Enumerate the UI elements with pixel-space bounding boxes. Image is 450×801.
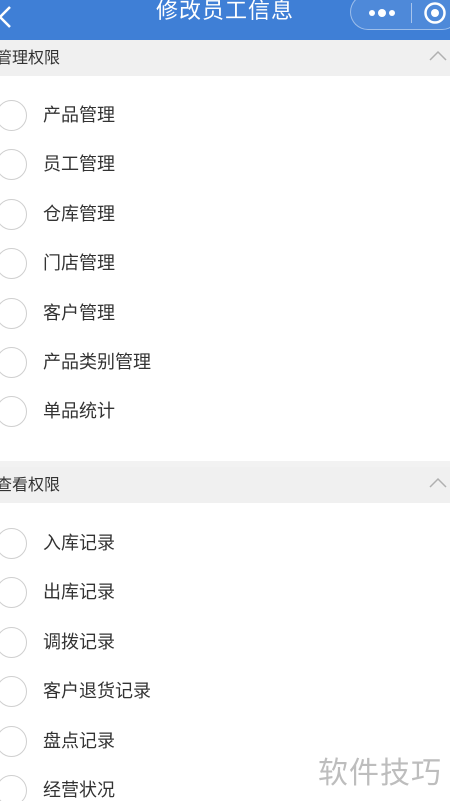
permission-option-transfer-records[interactable]: 调拨记录 <box>0 618 450 667</box>
radio-circle[interactable] <box>0 626 27 658</box>
radio-circle[interactable] <box>0 774 27 801</box>
chevron-up-icon <box>429 50 447 61</box>
option-label: 客户管理 <box>43 302 115 324</box>
radio-circle[interactable] <box>0 396 27 428</box>
radio-circle[interactable] <box>0 100 27 131</box>
radio-circle[interactable] <box>0 149 27 181</box>
permission-option-inbound-records[interactable]: 入库记录 <box>0 519 450 568</box>
more-dots-icon <box>369 9 395 17</box>
radio-circle[interactable] <box>0 297 27 329</box>
radio-circle[interactable] <box>0 198 27 230</box>
option-label: 盘点记录 <box>43 730 115 752</box>
option-label: 员工管理 <box>43 154 115 176</box>
manage-permissions-list: 产品管理 员工管理 仓库管理 门店管理 客户管理 产品类别管理 单品统计 <box>0 91 450 437</box>
option-label: 调拨记录 <box>43 631 115 653</box>
section-title: 管理权限 <box>0 48 61 67</box>
option-label: 经营状况 <box>43 779 115 801</box>
target-close-icon <box>424 2 446 24</box>
option-label: 客户退货记录 <box>43 681 151 703</box>
permission-option-customer[interactable]: 客户管理 <box>0 289 450 338</box>
option-label: 入库记录 <box>43 533 115 554</box>
option-label: 产品管理 <box>43 105 115 126</box>
mini-program-capsule <box>350 0 450 30</box>
view-permissions-header[interactable]: 查看权限 <box>0 467 450 503</box>
radio-circle[interactable] <box>0 577 27 609</box>
permission-option-return-records[interactable]: 客户退货记录 <box>0 667 450 716</box>
permission-option-store[interactable]: 门店管理 <box>0 239 450 288</box>
option-label: 仓库管理 <box>43 203 115 225</box>
option-label: 出库记录 <box>43 582 115 604</box>
radio-circle[interactable] <box>0 346 27 378</box>
section-title: 查看权限 <box>0 475 61 494</box>
manage-permissions-header[interactable]: 管理权限 <box>0 40 450 76</box>
permission-option-staff[interactable]: 员工管理 <box>0 140 450 189</box>
radio-circle[interactable] <box>0 248 27 280</box>
radio-circle[interactable] <box>0 528 27 559</box>
more-button[interactable] <box>365 3 399 23</box>
close-mini-program-button[interactable] <box>423 1 447 25</box>
permission-option-item-stats[interactable]: 单品统计 <box>0 387 450 436</box>
watermark: 软件技巧 <box>318 756 442 791</box>
permission-option-category[interactable]: 产品类别管理 <box>0 338 450 387</box>
option-label: 产品类别管理 <box>43 351 151 373</box>
permission-option-outbound-records[interactable]: 出库记录 <box>0 568 450 617</box>
capsule-divider <box>411 3 412 23</box>
navigation-bar: 修改员工信息 <box>0 0 450 40</box>
radio-circle[interactable] <box>0 725 27 757</box>
permission-option-warehouse[interactable]: 仓库管理 <box>0 190 450 239</box>
radio-circle[interactable] <box>0 676 27 708</box>
option-label: 单品统计 <box>43 401 115 423</box>
option-label: 门店管理 <box>43 253 115 275</box>
permission-option-product[interactable]: 产品管理 <box>0 91 450 140</box>
chevron-up-icon <box>429 477 447 488</box>
